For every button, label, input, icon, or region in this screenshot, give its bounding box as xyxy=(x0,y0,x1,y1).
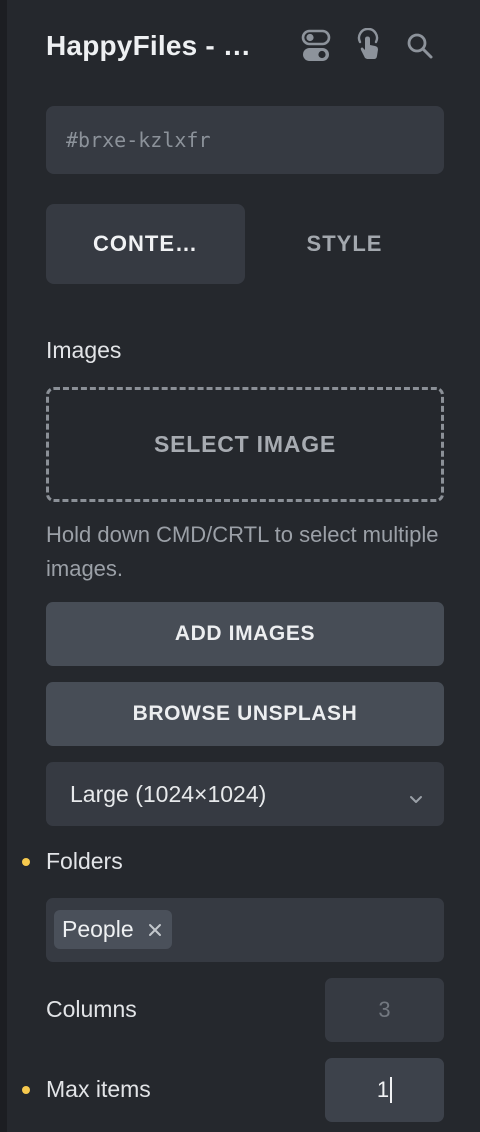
folders-label: Folders xyxy=(46,848,123,874)
settings-panel: HappyFiles - … #brxe-kzlxfr CONTE… STYLE… xyxy=(0,0,480,1132)
max-items-value: 1 xyxy=(376,1077,390,1102)
add-images-button[interactable]: ADD IMAGES xyxy=(46,602,444,666)
images-label: Images xyxy=(46,337,122,363)
folders-modified-dot xyxy=(22,858,30,866)
toggle-icon[interactable] xyxy=(299,28,333,64)
select-image-dropzone[interactable]: SELECT IMAGE xyxy=(46,387,444,502)
remove-tag-icon[interactable] xyxy=(148,923,162,937)
panel-header: HappyFiles - … xyxy=(46,26,446,68)
search-icon[interactable] xyxy=(403,28,437,64)
folder-tag-label: People xyxy=(62,916,134,942)
columns-label: Columns xyxy=(46,996,137,1022)
image-size-value: Large (1024×1024) xyxy=(70,780,267,807)
columns-input[interactable]: 3 xyxy=(325,978,444,1042)
element-id-field[interactable]: #brxe-kzlxfr xyxy=(46,106,444,174)
pointer-hand-icon[interactable] xyxy=(351,28,385,64)
max-items-modified-dot xyxy=(22,1086,30,1094)
folders-tag-input[interactable]: People xyxy=(46,898,444,962)
tab-content[interactable]: CONTE… xyxy=(46,204,245,284)
panel-tabs: CONTE… STYLE xyxy=(46,204,444,284)
max-items-label: Max items xyxy=(46,1076,151,1102)
max-items-input[interactable]: 1 xyxy=(325,1058,444,1122)
panel-title: HappyFiles - … xyxy=(46,30,252,61)
chevron-down-icon xyxy=(408,786,424,813)
image-size-select[interactable]: Large (1024×1024) xyxy=(46,762,444,826)
text-caret xyxy=(390,1077,393,1103)
multi-select-hint: Hold down CMD/CRTL to select multiple im… xyxy=(46,522,439,581)
panel-edge xyxy=(0,0,7,1132)
browse-unsplash-button[interactable]: BROWSE UNSPLASH xyxy=(46,682,444,746)
tab-style[interactable]: STYLE xyxy=(245,204,444,284)
folder-tag: People xyxy=(54,910,172,949)
